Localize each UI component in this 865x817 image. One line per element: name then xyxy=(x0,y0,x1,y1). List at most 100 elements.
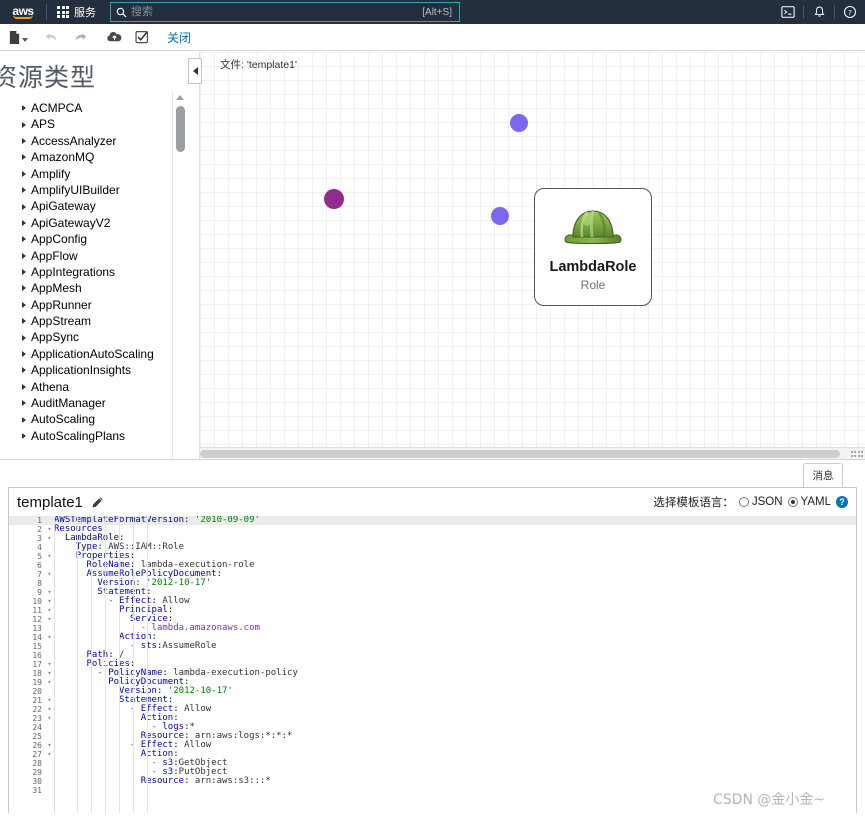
gutter-divider xyxy=(54,516,55,813)
fold-toggle-icon[interactable]: ▾ xyxy=(45,714,54,723)
connection-port-bottom-right[interactable] xyxy=(491,207,509,225)
search-input[interactable] xyxy=(131,3,423,21)
undo-button[interactable] xyxy=(39,26,65,48)
sidebar-item-accessanalyzer[interactable]: AccessAnalyzer xyxy=(22,133,186,149)
fold-toggle-icon[interactable]: ▾ xyxy=(45,696,54,705)
chevron-right-icon xyxy=(22,121,26,128)
editor-help-icon[interactable]: ? xyxy=(836,496,848,508)
radio-option-json[interactable]: JSON xyxy=(738,496,783,508)
line-number: 29 xyxy=(32,768,42,778)
sidebar-item-label: AppRunner xyxy=(31,297,92,312)
radio-option-yaml[interactable]: YAML xyxy=(787,496,831,508)
aws-logo[interactable]: aws xyxy=(0,0,46,24)
sidebar-scroll-thumb[interactable] xyxy=(175,106,185,152)
chevron-right-icon xyxy=(22,416,26,423)
sidebar-item-label: AppFlow xyxy=(31,248,78,263)
sidebar-item-apigatewayv2[interactable]: ApiGatewayV2 xyxy=(22,215,186,231)
sidebar-item-appconfig[interactable]: AppConfig xyxy=(22,231,186,247)
line-number: 23 xyxy=(32,714,42,724)
code-line[interactable]: 31 xyxy=(9,786,856,795)
sidebar-item-amplify[interactable]: Amplify xyxy=(22,166,186,182)
fold-toggle-icon[interactable]: ▾ xyxy=(45,678,54,687)
connection-port-top-right[interactable] xyxy=(510,114,528,132)
sidebar-item-athena[interactable]: Athena xyxy=(22,379,186,395)
collapse-sidebar-button[interactable] xyxy=(188,58,202,84)
sidebar-item-apigateway[interactable]: ApiGateway xyxy=(22,198,186,214)
new-file-button[interactable] xyxy=(5,26,31,48)
canvas-horizontal-scrollbar[interactable] xyxy=(200,447,865,459)
services-menu-button[interactable]: 服务 xyxy=(47,0,104,24)
code-line[interactable]: 4 Type: AWS::IAM::Role xyxy=(9,543,856,553)
fold-toggle-icon[interactable]: ▾ xyxy=(45,633,54,642)
sidebar-item-applicationinsights[interactable]: ApplicationInsights xyxy=(22,362,186,378)
sidebar-item-autoscaling[interactable]: AutoScaling xyxy=(22,411,186,427)
fold-toggle-icon[interactable]: ▾ xyxy=(45,552,54,561)
sidebar-item-amazonmq[interactable]: AmazonMQ xyxy=(22,149,186,165)
panel-resize-grip[interactable] xyxy=(849,450,863,458)
upload-to-s3-button[interactable] xyxy=(101,26,127,48)
sidebar-item-acmpca[interactable]: ACMPCA xyxy=(22,100,186,116)
sidebar-item-auditmanager[interactable]: AuditManager xyxy=(22,395,186,411)
fold-toggle-icon[interactable]: ▾ xyxy=(45,741,54,750)
chevron-right-icon xyxy=(22,219,26,226)
fold-toggle-icon[interactable]: ▾ xyxy=(45,615,54,624)
sidebar-item-appmesh[interactable]: AppMesh xyxy=(22,280,186,296)
sidebar-item-label: AccessAnalyzer xyxy=(31,133,117,148)
line-number: 24 xyxy=(32,723,42,733)
redo-button[interactable] xyxy=(67,26,93,48)
sidebar-item-label: AppMesh xyxy=(31,281,82,296)
code-line[interactable]: 15 - sts:AssumeRole xyxy=(9,642,856,652)
sidebar-item-autoscalingplans[interactable]: AutoScalingPlans xyxy=(22,428,186,444)
fold-toggle-icon[interactable]: ▾ xyxy=(45,705,54,714)
line-number: 3 xyxy=(37,534,42,544)
sidebar-item-applicationautoscaling[interactable]: ApplicationAutoScaling xyxy=(22,346,186,362)
sidebar-item-apprunner[interactable]: AppRunner xyxy=(22,297,186,313)
sidebar-scrollbar[interactable] xyxy=(172,92,186,459)
indent-guide xyxy=(119,516,120,813)
fold-toggle-icon[interactable]: ▾ xyxy=(45,660,54,669)
chevron-right-icon xyxy=(22,252,26,259)
validate-template-button[interactable] xyxy=(129,26,155,48)
panel-title: 资源类型 xyxy=(0,63,97,92)
fold-toggle-icon[interactable]: ▾ xyxy=(45,525,54,534)
fold-toggle-icon[interactable]: ▾ xyxy=(45,534,54,543)
resource-type-list[interactable]: ACMPCA APS AccessAnalyzer AmazonMQ Amplify Am… xyxy=(0,100,186,444)
tab-messages[interactable]: 消息 xyxy=(803,463,843,487)
fold-toggle-icon[interactable]: ▾ xyxy=(45,588,54,597)
canvas-scroll-thumb[interactable] xyxy=(200,450,840,458)
yaml-code-editor[interactable]: 1AWSTemplateFormatVersion: '2010-09-09'2… xyxy=(9,516,856,813)
sidebar-item-appintegrations[interactable]: AppIntegrations xyxy=(22,264,186,280)
designer-canvas[interactable]: LambdaRole Role xyxy=(200,52,865,452)
code-line[interactable]: 16 Path: / xyxy=(9,651,856,661)
fold-toggle-icon[interactable]: ▾ xyxy=(45,606,54,615)
scroll-up-arrow-icon[interactable] xyxy=(176,95,184,100)
sidebar-item-appstream[interactable]: AppStream xyxy=(22,313,186,329)
sidebar-item-appflow[interactable]: AppFlow xyxy=(22,248,186,264)
nav-right-group: ? xyxy=(773,0,865,24)
grid-menu-icon xyxy=(57,6,69,18)
fold-toggle-icon[interactable]: ▾ xyxy=(45,750,54,759)
sidebar-item-aps[interactable]: APS xyxy=(22,116,186,132)
pencil-edit-icon[interactable] xyxy=(91,496,104,509)
global-search-box[interactable]: [Alt+S] xyxy=(110,2,460,22)
line-number: 4 xyxy=(37,543,42,553)
resource-node-lambdarole[interactable]: LambdaRole Role xyxy=(534,188,652,306)
line-number: 16 xyxy=(32,651,42,661)
cloudshell-icon[interactable] xyxy=(773,0,803,24)
code-line[interactable]: 1 AWSTemplateFormatVersion: '2010-09-09' xyxy=(9,516,856,526)
line-number: 21 xyxy=(32,696,42,706)
fold-toggle-icon[interactable]: ▾ xyxy=(45,669,54,678)
code-line[interactable]: 30 Resource: arn:aws:s3:::* xyxy=(9,777,856,787)
close-designer-link[interactable]: 关闭 xyxy=(167,29,191,46)
connection-port-left[interactable] xyxy=(324,189,344,209)
sidebar-item-label: ACMPCA xyxy=(31,101,83,115)
template-editor-panel: 消息 template1 选择模板语言： JSON YAML ? 1 AWSTem… xyxy=(0,463,865,817)
sidebar-item-appsync[interactable]: AppSync xyxy=(22,329,186,345)
help-question-icon[interactable]: ? xyxy=(835,0,865,24)
sidebar-item-amplifyuibuilder[interactable]: AmplifyUIBuilder xyxy=(22,182,186,198)
chevron-right-icon xyxy=(22,301,26,308)
fold-toggle-icon[interactable]: ▾ xyxy=(45,570,54,579)
notifications-bell-icon[interactable] xyxy=(804,0,834,24)
fold-toggle-icon[interactable]: ▾ xyxy=(45,597,54,606)
code-line[interactable]: 2▾Resources: xyxy=(9,524,856,534)
